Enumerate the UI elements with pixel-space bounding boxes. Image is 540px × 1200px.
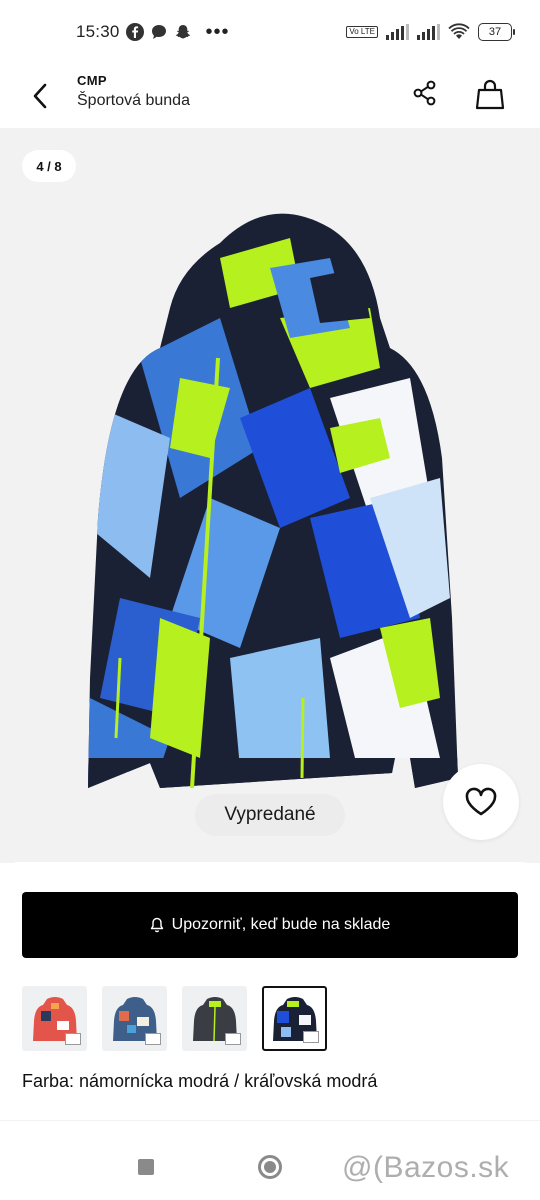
battery-icon: 37 (478, 23, 515, 41)
back-icon (33, 83, 47, 109)
notify-when-in-stock-button[interactable]: Upozorniť, keď bude na sklade (22, 892, 518, 958)
system-nav-bar: @(Bazos.sk (0, 1120, 540, 1200)
product-image[interactable] (80, 198, 460, 798)
home-button[interactable] (258, 1155, 282, 1179)
facebook-icon (125, 23, 144, 41)
variant-thumb-red[interactable] (22, 986, 87, 1051)
color-variants (22, 986, 327, 1051)
bell-icon (150, 917, 163, 933)
signal-icon-2 (417, 24, 440, 40)
variant-thumb-multicolor[interactable] (102, 986, 167, 1051)
brand-name: CMP (77, 73, 107, 88)
product-gallery[interactable]: 4 / 8 Vypredané (0, 128, 540, 863)
product-sheet: Upozorniť, keď bude na sklade Farba: nám… (0, 862, 540, 1120)
envelope-icon (225, 1033, 241, 1045)
variant-thumb-dark-grey[interactable] (182, 986, 247, 1051)
envelope-icon (145, 1033, 161, 1045)
watermark: @(Bazos.sk (342, 1151, 510, 1184)
image-counter: 4 / 8 (22, 150, 76, 182)
snapchat-icon (175, 25, 190, 39)
status-time: 15:30 (76, 22, 120, 41)
header-titles: CMP Športová bunda (77, 73, 190, 110)
share-button[interactable] (406, 74, 444, 112)
chat-icon (151, 25, 166, 39)
app-bar: CMP Športová bunda (0, 64, 540, 128)
envelope-icon (303, 1031, 319, 1043)
notify-label: Upozorniť, keď bude na sklade (171, 916, 391, 933)
back-button[interactable] (24, 76, 56, 116)
volte-badge: Vo LTE (346, 26, 378, 38)
status-bar: 15:30 ••• Vo LTE 37 (0, 0, 540, 64)
page-title: Športová bunda (77, 92, 190, 109)
sold-out-badge: Vypredané (195, 794, 345, 836)
heart-icon (465, 787, 497, 816)
envelope-icon (65, 1033, 81, 1045)
shopping-bag-icon (475, 79, 505, 110)
favorite-button[interactable] (443, 764, 519, 840)
wifi-icon (448, 23, 470, 39)
shopping-bag-button[interactable] (470, 74, 510, 114)
signal-icon (386, 24, 409, 40)
recents-button[interactable] (138, 1159, 154, 1175)
color-label: Farba: námornícka modrá / kráľovská modr… (22, 1071, 378, 1091)
share-icon (413, 80, 436, 106)
variant-thumb-navy-royal-blue[interactable] (262, 986, 327, 1051)
more-notifications: ••• (205, 20, 230, 43)
